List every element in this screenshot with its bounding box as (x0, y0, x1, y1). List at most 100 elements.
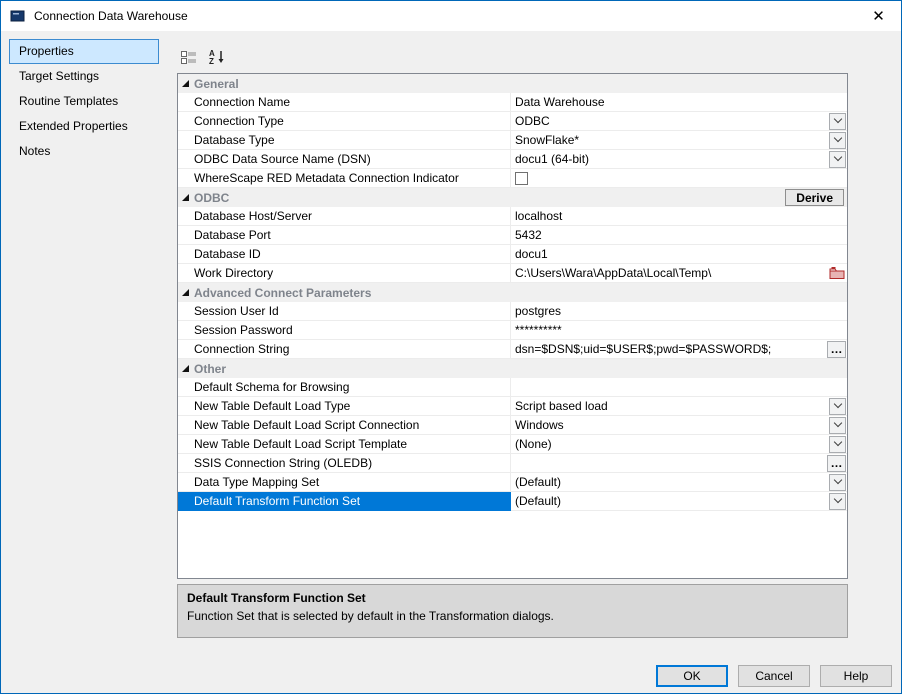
property-row-connection-name[interactable]: Connection Name Data Warehouse (178, 93, 847, 112)
property-row-new-table-default-load-script-template[interactable]: New Table Default Load Script Template (… (178, 435, 847, 454)
property-row-data-type-mapping-set[interactable]: Data Type Mapping Set (Default) (178, 473, 847, 492)
property-label: Connection String (194, 342, 289, 356)
property-row-odbc-data-source-name-dsn[interactable]: ODBC Data Source Name (DSN) docu1 (64-bi… (178, 150, 847, 169)
section-header-odbc[interactable]: ODBC Derive (178, 188, 847, 207)
dropdown-button[interactable] (829, 398, 846, 415)
categorized-view-button[interactable] (177, 45, 201, 69)
dropdown-button[interactable] (829, 474, 846, 491)
property-grid: General Connection Name Data Warehouse C… (177, 73, 848, 579)
app-icon (10, 8, 26, 24)
property-value-cell[interactable]: (None) (511, 435, 847, 454)
chevron-down-icon (833, 495, 841, 503)
property-row-new-table-default-load-script-connection[interactable]: New Table Default Load Script Connection… (178, 416, 847, 435)
property-value-cell[interactable]: ODBC (511, 112, 847, 131)
property-label: Data Type Mapping Set (194, 475, 319, 489)
dropdown-button[interactable] (829, 493, 846, 510)
property-row-session-password[interactable]: Session Password ********** (178, 321, 847, 340)
property-value-cell[interactable]: docu1 (64-bit) (511, 150, 847, 169)
property-value-cell[interactable]: … (511, 454, 847, 473)
chevron-down-icon (833, 419, 841, 427)
property-value-cell[interactable]: (Default) (511, 492, 847, 511)
folder-browse-button[interactable] (827, 265, 846, 282)
browse-ellipsis-button[interactable]: … (827, 455, 846, 472)
property-value-cell[interactable]: C:\Users\Wara\AppData\Local\Temp\ (511, 264, 847, 283)
property-row-default-schema-for-browsing[interactable]: Default Schema for Browsing (178, 378, 847, 397)
property-label: New Table Default Load Script Connection (194, 418, 419, 432)
collapse-triangle-icon[interactable] (182, 289, 189, 296)
window-title: Connection Data Warehouse (34, 9, 188, 23)
derive-button[interactable]: Derive (785, 189, 844, 206)
section-header-other[interactable]: Other (178, 359, 847, 378)
property-value-cell[interactable]: Data Warehouse (511, 93, 847, 112)
description-title: Default Transform Function Set (187, 591, 838, 605)
property-label-cell: New Table Default Load Script Template (178, 435, 511, 454)
property-value-cell[interactable]: docu1 (511, 245, 847, 264)
alphabetical-sort-button[interactable]: A Z (205, 45, 229, 69)
property-label: Session Password (194, 323, 293, 337)
property-label: Database Type (194, 133, 275, 147)
sidebar-item-target-settings[interactable]: Target Settings (9, 64, 159, 89)
property-value: SnowFlake* (515, 133, 829, 147)
dropdown-button[interactable] (829, 113, 846, 130)
property-row-database-type[interactable]: Database Type SnowFlake* (178, 131, 847, 150)
property-row-session-user-id[interactable]: Session User Id postgres (178, 302, 847, 321)
chevron-down-icon (833, 476, 841, 484)
property-label: Work Directory (194, 266, 273, 280)
dropdown-button[interactable] (829, 436, 846, 453)
property-value-cell[interactable]: (Default) (511, 473, 847, 492)
property-row-database-port[interactable]: Database Port 5432 (178, 226, 847, 245)
sidebar-item-notes[interactable]: Notes (9, 139, 159, 164)
dropdown-button[interactable] (829, 132, 846, 149)
property-label: Database Port (194, 228, 271, 242)
property-value-cell[interactable]: postgres (511, 302, 847, 321)
property-value-cell[interactable] (511, 378, 847, 397)
property-row-wherescape-red-metadata-connection-indicator[interactable]: WhereScape RED Metadata Connection Indic… (178, 169, 847, 188)
property-value-cell[interactable]: Windows (511, 416, 847, 435)
property-row-database-host-server[interactable]: Database Host/Server localhost (178, 207, 847, 226)
property-label-cell: ODBC Data Source Name (DSN) (178, 150, 511, 169)
property-row-ssis-connection-string-oledb[interactable]: SSIS Connection String (OLEDB) … (178, 454, 847, 473)
sidebar-item-label: Routine Templates (19, 94, 118, 108)
collapse-triangle-icon[interactable] (182, 194, 189, 201)
property-row-work-directory[interactable]: Work Directory C:\Users\Wara\AppData\Loc… (178, 264, 847, 283)
property-value-cell[interactable]: 5432 (511, 226, 847, 245)
sidebar-item-label: Notes (19, 144, 50, 158)
browse-ellipsis-button[interactable]: … (827, 341, 846, 358)
property-row-connection-type[interactable]: Connection Type ODBC (178, 112, 847, 131)
ok-button[interactable]: OK (656, 665, 728, 687)
dropdown-button[interactable] (829, 417, 846, 434)
property-row-default-transform-function-set[interactable]: Default Transform Function Set (Default) (178, 492, 847, 511)
property-value-cell[interactable]: ********** (511, 321, 847, 340)
collapse-triangle-icon[interactable] (182, 80, 189, 87)
property-row-new-table-default-load-type[interactable]: New Table Default Load Type Script based… (178, 397, 847, 416)
property-label: New Table Default Load Script Template (194, 437, 407, 451)
section-header-general[interactable]: General (178, 74, 847, 93)
dropdown-button[interactable] (829, 151, 846, 168)
property-label-cell: Database ID (178, 245, 511, 264)
description-text: Function Set that is selected by default… (187, 609, 838, 623)
folder-icon (829, 266, 845, 280)
cancel-button[interactable]: Cancel (738, 665, 810, 687)
property-value: Script based load (515, 399, 829, 413)
property-value-cell[interactable]: localhost (511, 207, 847, 226)
sidebar-item-properties[interactable]: Properties (9, 39, 159, 64)
property-row-database-id[interactable]: Database ID docu1 (178, 245, 847, 264)
property-value: docu1 (64-bit) (515, 152, 829, 166)
title-bar: Connection Data Warehouse ✕ (1, 1, 901, 31)
property-value-cell[interactable]: Script based load (511, 397, 847, 416)
property-value-cell[interactable]: SnowFlake* (511, 131, 847, 150)
property-value: postgres (515, 304, 846, 318)
property-value: Data Warehouse (515, 95, 846, 109)
sidebar-item-extended-properties[interactable]: Extended Properties (9, 114, 159, 139)
checkbox[interactable] (515, 172, 528, 185)
close-button[interactable]: ✕ (856, 1, 901, 31)
property-value-cell[interactable] (511, 169, 847, 188)
help-button[interactable]: Help (820, 665, 892, 687)
section-header-advanced-connect-parameters[interactable]: Advanced Connect Parameters (178, 283, 847, 302)
property-row-connection-string[interactable]: Connection String dsn=$DSN$;uid=$USER$;p… (178, 340, 847, 359)
property-value-cell[interactable]: dsn=$DSN$;uid=$USER$;pwd=$PASSWORD$; … (511, 340, 847, 359)
sidebar-item-routine-templates[interactable]: Routine Templates (9, 89, 159, 114)
property-grid-toolbar: A Z (177, 45, 229, 69)
section-title: General (194, 77, 239, 91)
collapse-triangle-icon[interactable] (182, 365, 189, 372)
